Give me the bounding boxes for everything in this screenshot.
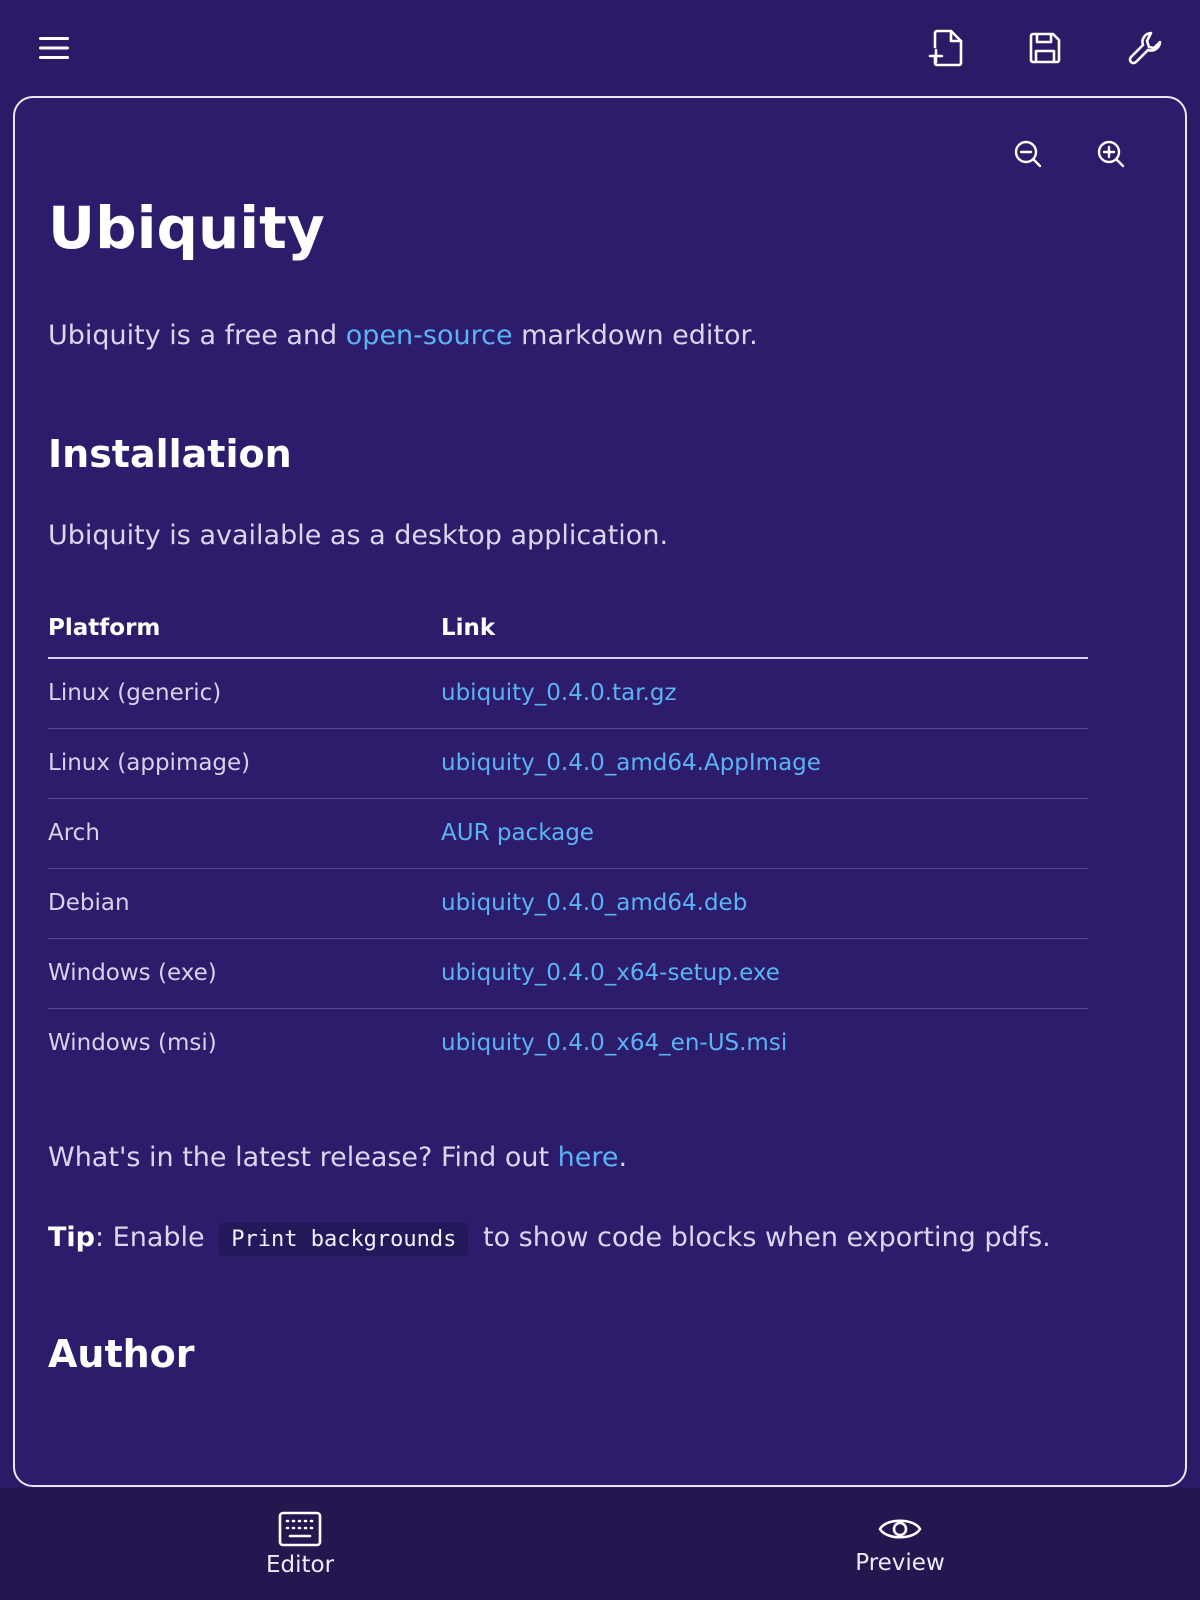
download-link[interactable]: AUR package — [441, 820, 594, 846]
platform-cell: Linux (generic) — [48, 658, 441, 729]
document-title: Ubiquity — [48, 194, 325, 262]
table-header-row: Platform Link — [48, 598, 1088, 659]
tip-text-end: to show code blocks when exporting pdfs. — [474, 1222, 1051, 1253]
hamburger-menu-icon[interactable] — [26, 20, 82, 76]
preview-panel: Ubiquity Ubiquity is a free and open-sou… — [13, 96, 1187, 1487]
inline-code: Print backgrounds — [219, 1223, 469, 1256]
installation-heading: Installation — [48, 432, 292, 476]
platform-cell: Debian — [48, 868, 441, 939]
keyboard-icon — [278, 1511, 322, 1547]
download-link[interactable]: ubiquity_0.4.0.tar.gz — [441, 680, 677, 706]
zoom-out-icon[interactable] — [1000, 126, 1056, 182]
table-row: Debian ubiquity_0.4.0_amd64.deb — [48, 868, 1088, 939]
availability-paragraph: Ubiquity is available as a desktop appli… — [48, 520, 669, 551]
platform-cell: Arch — [48, 798, 441, 869]
download-link[interactable]: ubiquity_0.4.0_x64-setup.exe — [441, 960, 780, 986]
open-source-link[interactable]: open-source — [346, 320, 513, 351]
link-column-header: Link — [441, 598, 1088, 659]
intro-text: Ubiquity is a free and — [48, 320, 346, 351]
preview-tab-label: Preview — [855, 1550, 945, 1576]
author-heading: Author — [48, 1332, 195, 1376]
release-text: What's in the latest release? Find out — [48, 1142, 558, 1173]
top-toolbar — [0, 0, 1200, 96]
platform-column-header: Platform — [48, 598, 441, 659]
platform-cell: Linux (appimage) — [48, 728, 441, 799]
table-row: Linux (generic) ubiquity_0.4.0.tar.gz — [48, 658, 1088, 729]
download-link[interactable]: ubiquity_0.4.0_amd64.AppImage — [441, 750, 821, 776]
intro-text-end: markdown editor. — [512, 320, 758, 351]
editor-tab-label: Editor — [265, 1552, 335, 1578]
eye-icon — [878, 1519, 922, 1539]
tip-text: : Enable — [95, 1222, 214, 1253]
platform-cell: Windows (exe) — [48, 938, 441, 1009]
tip-paragraph: Tip: Enable Print backgrounds to show co… — [48, 1222, 1051, 1256]
new-file-icon[interactable] — [918, 20, 974, 76]
intro-paragraph: Ubiquity is a free and open-source markd… — [48, 320, 758, 351]
release-paragraph: What's in the latest release? Find out h… — [48, 1142, 627, 1173]
preview-tab[interactable]: Preview — [600, 1488, 1200, 1600]
release-text-end: . — [618, 1142, 628, 1173]
download-link[interactable]: ubiquity_0.4.0_x64_en-US.msi — [441, 1030, 787, 1056]
download-link[interactable]: ubiquity_0.4.0_amd64.deb — [441, 890, 747, 916]
release-notes-link[interactable]: here — [558, 1142, 619, 1173]
bottom-navigation: Editor Preview — [0, 1488, 1200, 1600]
table-row: Windows (exe) ubiquity_0.4.0_x64-setup.e… — [48, 938, 1088, 1009]
platform-cell: Windows (msi) — [48, 1030, 217, 1057]
table-row: Linux (appimage) ubiquity_0.4.0_amd64.Ap… — [48, 728, 1088, 799]
table-row: Windows (msi) ubiquity_0.4.0_x64_en-US.m… — [48, 1008, 1088, 1078]
zoom-in-icon[interactable] — [1083, 126, 1139, 182]
table-row: Arch AUR package — [48, 798, 1088, 869]
save-icon[interactable] — [1017, 20, 1073, 76]
editor-tab[interactable]: Editor — [0, 1488, 600, 1600]
wrench-icon[interactable] — [1118, 20, 1174, 76]
install-table: Platform Link Linux (generic) ubiquity_0… — [48, 598, 1088, 1078]
tip-label: Tip — [48, 1222, 95, 1253]
